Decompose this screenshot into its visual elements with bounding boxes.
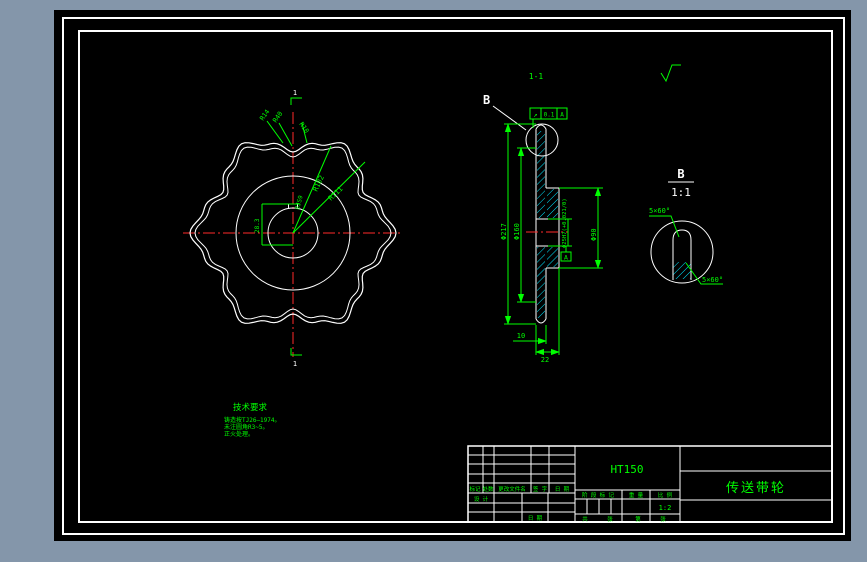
drawing-sheet <box>54 10 851 541</box>
dim-keyway-depth: 28.3 <box>254 218 261 233</box>
hatch-hub-bottom <box>547 247 558 267</box>
detail-view-name: B <box>677 167 684 181</box>
datum-label: A <box>564 254 568 262</box>
tech-note-2: 未注圆角R3~5。 <box>224 423 268 431</box>
rev-col-date: 日 期 <box>555 486 570 493</box>
detail-callout-label: B <box>483 93 490 107</box>
rev-col-mark: 标记 <box>469 485 481 493</box>
section-label-top: 1 <box>293 89 297 97</box>
material-label: HT150 <box>610 463 643 476</box>
sheets-total-unit: 张 <box>607 515 613 523</box>
design-label: 设 计 <box>474 495 489 503</box>
detail-hatch <box>673 262 691 279</box>
dim-d217: Φ217 <box>500 223 508 240</box>
hatch-web-bottom <box>537 247 545 318</box>
rev-col-count: 处数 <box>482 485 494 493</box>
dim-bore: Φ25H7(+0.021/0) <box>562 198 568 248</box>
scale-label: 比 例 <box>658 491 673 499</box>
tech-note-3: 正火处理。 <box>224 430 254 438</box>
dim-hub-length: 22 <box>541 356 549 364</box>
dim-d160: Φ160 <box>513 223 521 240</box>
cad-drawing-canvas[interactable]: R102 R111 R14 R40 R10 28.3 8JS9 1 1 1-1 <box>0 0 867 562</box>
detail-view-scale: 1:1 <box>671 186 691 199</box>
fcf-tolerance: 0.1 <box>544 112 555 119</box>
section-view-label: 1-1 <box>529 72 544 81</box>
hatch-web-top <box>537 131 545 218</box>
sheet-no-unit: 张 <box>660 515 666 523</box>
cad-viewport: R102 R111 R14 R40 R10 28.3 8JS9 1 1 1-1 <box>0 0 867 562</box>
tech-notes-title: 技术要求 <box>233 402 268 413</box>
weight-label: 重 量 <box>629 491 644 499</box>
rev-col-sign: 签 字 <box>533 485 548 493</box>
date-label: 日 期 <box>528 515 543 522</box>
hatch-hub-top <box>547 189 558 218</box>
fcf-symbol: ↗ <box>533 111 537 119</box>
sheet-no-label: 第 <box>635 515 641 523</box>
stage-label: 阶 段 标 记 <box>582 491 614 499</box>
chamfer-bottom: 5×60° <box>702 276 723 284</box>
tech-note-1: 铸造按TJ26—1974。 <box>224 416 281 424</box>
sheets-total-label: 共 <box>582 515 588 523</box>
rev-col-docname: 更改文件名 <box>498 485 526 493</box>
dim-web: 10 <box>517 332 525 340</box>
fcf-datum-ref: A <box>560 112 564 119</box>
scale-value: 1:2 <box>659 504 672 512</box>
part-name: 传送带轮 <box>726 481 786 496</box>
section-label-bottom: 1 <box>293 360 297 368</box>
chamfer-top: 5×60° <box>649 207 670 215</box>
dim-d90: Φ90 <box>590 228 598 241</box>
